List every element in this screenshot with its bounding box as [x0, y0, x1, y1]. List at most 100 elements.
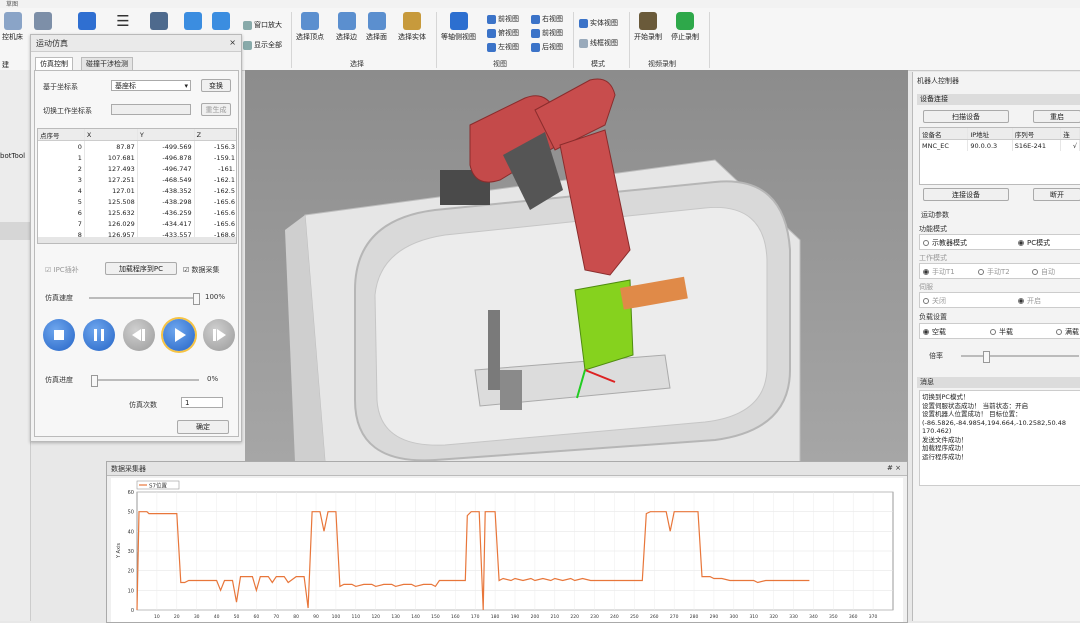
horizontal-scrollbar[interactable]: [38, 237, 236, 243]
switch-button[interactable]: 变换: [201, 79, 231, 92]
confirm-button[interactable]: 确定: [177, 420, 229, 434]
front-view-button[interactable]: 前视图: [487, 14, 519, 24]
connect-device-button[interactable]: 连接设备: [923, 188, 1009, 201]
radio-half-load[interactable]: 半载: [990, 327, 1013, 337]
ribbon-icon-button-2[interactable]: [78, 12, 96, 32]
message-log[interactable]: 切换到PC模式！ 设置伺服状态成功！ 当前状态：开启 设置机器人位置成功！ 目标…: [919, 390, 1080, 486]
radio-pc-mode[interactable]: PC模式: [1018, 238, 1050, 248]
load-program-button[interactable]: 加载程序到PC: [105, 262, 177, 275]
col-header: Y: [137, 129, 195, 141]
progress-slider[interactable]: [91, 375, 199, 387]
x-tick-label: 170: [471, 614, 480, 620]
ribbon-cut-label: 建: [2, 61, 9, 69]
x-tick-label: 70: [273, 614, 279, 620]
section-device-connect: 设备连接: [917, 94, 1080, 105]
regenerate-button[interactable]: 重生成: [201, 103, 231, 116]
back-view-button[interactable]: 后视图: [531, 42, 563, 52]
front-view-button-2[interactable]: 前视图: [531, 28, 563, 38]
step-forward-icon: [217, 329, 226, 341]
radio-servo-on[interactable]: 开启: [1018, 296, 1041, 306]
left-view-button[interactable]: 左视图: [487, 42, 519, 52]
step-forward-button[interactable]: [203, 319, 235, 351]
table-row[interactable]: 7 126.029 -434.417 -165.6: [38, 218, 236, 229]
x-tick-label: 50: [234, 614, 240, 620]
table-row[interactable]: 6 125.632 -436.259 -165.6: [38, 207, 236, 218]
select-face-button[interactable]: 选择面: [366, 12, 387, 42]
pause-button[interactable]: [83, 319, 115, 351]
camera-icon: [150, 12, 168, 30]
iso-view-button[interactable]: 等轴侧视图: [441, 12, 476, 42]
top-view-button[interactable]: 俯视图: [487, 28, 519, 38]
slider-thumb[interactable]: [983, 351, 990, 363]
select-edge-button[interactable]: 选择边: [336, 12, 357, 42]
ribbon-icon-button-5[interactable]: [184, 12, 202, 32]
select-vertex-button[interactable]: 选择顶点: [296, 12, 324, 42]
reboot-button[interactable]: 重启: [1033, 110, 1080, 123]
sim-count-input[interactable]: 1: [181, 397, 223, 408]
x-tick-label: 370: [869, 614, 878, 620]
data-collect-checkbox[interactable]: ☑ 数据采集: [183, 265, 220, 275]
play-button[interactable]: [163, 319, 195, 351]
radio-manual-t1[interactable]: 手动T1: [923, 267, 955, 277]
workcell-floor: [374, 206, 768, 446]
points-table[interactable]: 点序号 X Y Z 0 87.87 -499.569 -156.3 1 107.681-…: [37, 128, 237, 244]
collector-title: 数据采集器: [111, 465, 146, 473]
stop-record-button[interactable]: 停止录制: [671, 12, 699, 42]
ipc-interp-checkbox[interactable]: ☑ IPC插补: [45, 265, 79, 275]
radio-auto[interactable]: 自动: [1032, 267, 1055, 277]
servo-label: 伺服: [919, 283, 933, 291]
x-tick-label: 340: [809, 614, 818, 620]
speed-label: 仿真速度: [45, 294, 73, 302]
speed-slider[interactable]: [89, 293, 200, 305]
mode-group-label: 模式: [591, 60, 605, 68]
message-line: 加载程序成功！: [922, 444, 968, 452]
left-selected-item[interactable]: [0, 222, 30, 240]
disconnect-button[interactable]: 断开: [1033, 188, 1080, 201]
message-line: 发送文件成功！: [922, 435, 968, 444]
table-row[interactable]: MNC_EC 90.0.0.3 S16E-241 √: [920, 139, 1080, 151]
ribbon-icon-button-3[interactable]: ☰: [114, 12, 132, 32]
tab-collision-check[interactable]: 碰撞干涉检测: [81, 57, 133, 71]
message-line: 运行程序成功！: [922, 452, 968, 461]
table-row[interactable]: 0 87.87 -499.569 -156.3: [38, 140, 236, 152]
ribbon-icon-button-1[interactable]: [34, 12, 52, 32]
table-row[interactable]: 5 125.508 -438.298 -165.6: [38, 196, 236, 207]
ratio-slider[interactable]: [961, 351, 1079, 363]
radio-teach-mode[interactable]: 示教器模式: [923, 238, 967, 248]
view-cube-icon: [487, 42, 496, 52]
show-all-button[interactable]: 显示全部: [243, 40, 282, 50]
zoom-window-button[interactable]: 窗口放大: [243, 20, 282, 30]
y-tick-label: 30: [128, 549, 134, 555]
ribbon-icon-button-6[interactable]: [212, 12, 230, 32]
scan-device-button[interactable]: 扫描设备: [923, 110, 1009, 123]
table-row[interactable]: 4 127.01 -438.352 -162.5: [38, 185, 236, 196]
stop-button[interactable]: [43, 319, 75, 351]
start-record-button[interactable]: 开始录制: [634, 12, 662, 42]
wireframe-view-button[interactable]: 线框视图: [579, 38, 618, 48]
3d-viewport[interactable]: [245, 70, 908, 462]
radio-no-load[interactable]: 空载: [923, 327, 946, 337]
device-table[interactable]: 设备名 IP地址 序列号 连 MNC_EC 90.0.0.3 S16E-241 …: [919, 127, 1080, 185]
slider-thumb[interactable]: [193, 293, 200, 305]
close-icon[interactable]: ×: [229, 38, 236, 47]
machine-tool-button[interactable]: 控机床: [2, 12, 23, 42]
x-tick-label: 190: [511, 614, 520, 620]
table-row[interactable]: 3 127.251 -468.549 -162.1: [38, 174, 236, 185]
tab-sim-control[interactable]: 仿真控制: [35, 57, 73, 71]
pin-close-icon[interactable]: # ×: [887, 464, 901, 472]
table-row[interactable]: 2 127.493 -496.747 -161.: [38, 163, 236, 174]
work-coord-select[interactable]: [111, 104, 191, 115]
ribbon-icon-button-4[interactable]: [150, 12, 168, 32]
slider-thumb[interactable]: [91, 375, 98, 387]
robot-controller-panel: 机器人控制器 设备连接 扫描设备 重启 设备名 IP地址 序列号 连 MNC_E…: [912, 72, 1080, 621]
radio-full-load[interactable]: 满载: [1056, 327, 1079, 337]
radio-servo-off[interactable]: 关闭: [923, 296, 946, 306]
right-view-button[interactable]: 右视图: [531, 14, 563, 24]
radio-manual-t2[interactable]: 手动T2: [978, 267, 1010, 277]
pause-icon: [94, 329, 97, 341]
solid-view-button[interactable]: 实体视图: [579, 18, 618, 28]
table-row[interactable]: 1 107.681 -496.878 -159.1: [38, 152, 236, 163]
step-back-button[interactable]: [123, 319, 155, 351]
base-coord-select[interactable]: 基座标 ▾: [111, 80, 191, 91]
select-solid-button[interactable]: 选择实体: [398, 12, 426, 42]
